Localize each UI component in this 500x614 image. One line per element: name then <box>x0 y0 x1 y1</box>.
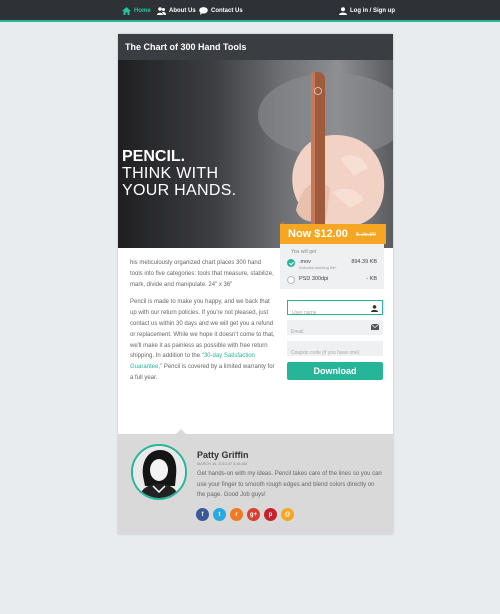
option-name: PSD 300dpi <box>299 276 329 282</box>
card-title: The Chart of 300 Hand Tools <box>125 42 247 52</box>
home-icon <box>122 7 131 15</box>
price-tag-fold <box>280 221 284 224</box>
hero-line-1: PENCIL. <box>122 148 186 165</box>
user-icon <box>339 7 347 15</box>
description-paragraph-2: Pencil is made to make you happy, and we… <box>130 297 275 383</box>
envelope-icon <box>371 324 379 330</box>
facebook-icon[interactable]: f <box>196 508 209 521</box>
product-description: his meticulously organized chart places … <box>130 258 275 391</box>
radio-checked-icon[interactable] <box>287 259 295 267</box>
google-plus-icon[interactable]: g+ <box>247 508 260 521</box>
email-field[interactable] <box>287 320 383 340</box>
avatar <box>131 444 187 500</box>
username-input[interactable] <box>288 306 382 320</box>
description-text-a: Pencil is made to make you happy, and we… <box>130 299 275 360</box>
testimonial-quote: Get hands-on with my ideas. Pencil takes… <box>197 471 382 499</box>
top-nav: Home About Us Contact Us Log in / Sign u… <box>0 0 500 22</box>
nav-contact[interactable]: Contact Us <box>199 5 243 17</box>
users-icon <box>157 7 166 15</box>
description-paragraph-1: his meticulously organized chart places … <box>130 260 274 288</box>
file-options: You will get .mov Includes working file*… <box>280 244 384 289</box>
option-subtitle: Includes working file* <box>299 265 337 270</box>
testimonial-pointer <box>176 429 186 434</box>
email-input[interactable] <box>287 324 383 340</box>
hero-image: PENCIL. THINK WITH YOUR HANDS. <box>118 60 393 248</box>
option-size: - KB <box>366 276 377 282</box>
option-size: 894.39 KB <box>351 259 377 265</box>
twitter-icon[interactable]: t <box>213 508 226 521</box>
rss-icon[interactable]: r <box>230 508 243 521</box>
card-header: The Chart of 300 Hand Tools <box>118 34 393 60</box>
chat-bubble-icon <box>199 7 208 15</box>
hero-line-2: THINK WITH <box>122 165 219 182</box>
option-mov[interactable]: .mov Includes working file* 894.39 KB <box>287 257 380 271</box>
nav-about-label: About Us <box>169 8 196 14</box>
nav-about[interactable]: About Us <box>157 5 196 17</box>
price-tag: Now $12.00 $ 25.99 <box>280 221 386 244</box>
social-links: f t r g+ p @ <box>196 508 294 521</box>
testimonial-date: MARCH 16, 2013 AT 3:48 AM <box>197 462 248 466</box>
nav-home[interactable]: Home <box>122 5 151 17</box>
user-icon <box>371 305 378 312</box>
coupon-input[interactable] <box>287 345 383 361</box>
price-old: $ 25.99 <box>355 232 376 238</box>
option-psd[interactable]: PSD 300dpi - KB <box>287 274 380 288</box>
email-icon[interactable]: @ <box>281 508 294 521</box>
nav-login-label: Log in / Sign up <box>350 8 395 14</box>
hero-line-3: YOUR HANDS. <box>122 182 237 199</box>
nav-contact-label: Contact Us <box>211 8 243 14</box>
pinterest-icon[interactable]: p <box>264 508 277 521</box>
testimonial-author: Patty Griffin <box>197 450 249 460</box>
portrait-photo <box>133 446 185 498</box>
nav-login[interactable]: Log in / Sign up <box>339 5 395 17</box>
coupon-field[interactable] <box>287 341 383 361</box>
download-button[interactable]: Download <box>287 362 383 380</box>
product-card: The Chart of 300 Hand Tools PENCIL. THIN… <box>118 34 393 534</box>
options-heading: You will get <box>291 249 317 255</box>
nav-home-label: Home <box>134 8 151 14</box>
price-now: Now $12.00 <box>288 228 348 240</box>
testimonial: Patty Griffin MARCH 16, 2013 AT 3:48 AM … <box>118 429 393 534</box>
hero-headline: PENCIL. THINK WITH YOUR HANDS. <box>122 148 236 199</box>
username-field[interactable] <box>287 300 383 320</box>
radio-unchecked-icon[interactable] <box>287 276 295 284</box>
